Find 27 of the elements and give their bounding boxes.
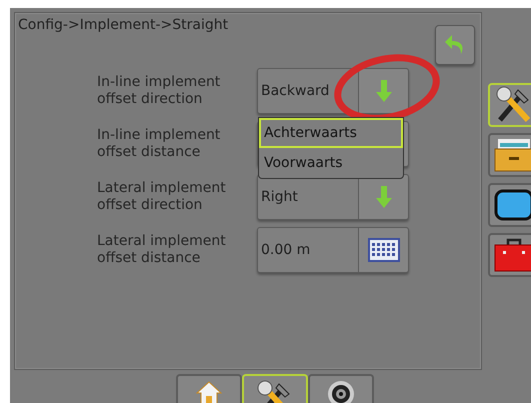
bottom-tab[interactable] [308,374,374,403]
dropdown-field[interactable]: Backward [257,68,409,114]
dropdown-option[interactable]: Achterwaarts [259,118,403,148]
field-label: Lateral implement offset direction [97,180,227,214]
toolbox-icon [494,237,531,273]
field-label: In-line implement offset direction [97,74,222,108]
sidebar-button[interactable] [488,133,531,177]
bottom-tab[interactable] [176,374,242,403]
drawer-icon [494,137,531,173]
breadcrumb-title: Config->Implement->Straight [18,17,228,33]
down-arrow-icon [376,186,392,208]
field-label: In-line implement offset distance [97,127,222,161]
screen-icon [494,189,531,221]
sidebar-button[interactable] [488,183,531,227]
keyboard-button[interactable] [358,228,408,272]
bottom-tab[interactable] [242,374,308,403]
field-label: Lateral implement offset distance [97,233,227,267]
back-button[interactable] [435,25,475,65]
tools-icon [494,86,531,124]
dropdown-button[interactable] [358,175,408,219]
home-icon [196,380,222,403]
text-field[interactable]: 0.00 m [257,227,409,273]
camera-icon [327,380,355,403]
keyboard-icon [368,238,400,262]
dropdown-field[interactable]: Right [257,174,409,220]
sidebar-button[interactable] [488,83,531,127]
down-arrow-icon [376,80,392,102]
